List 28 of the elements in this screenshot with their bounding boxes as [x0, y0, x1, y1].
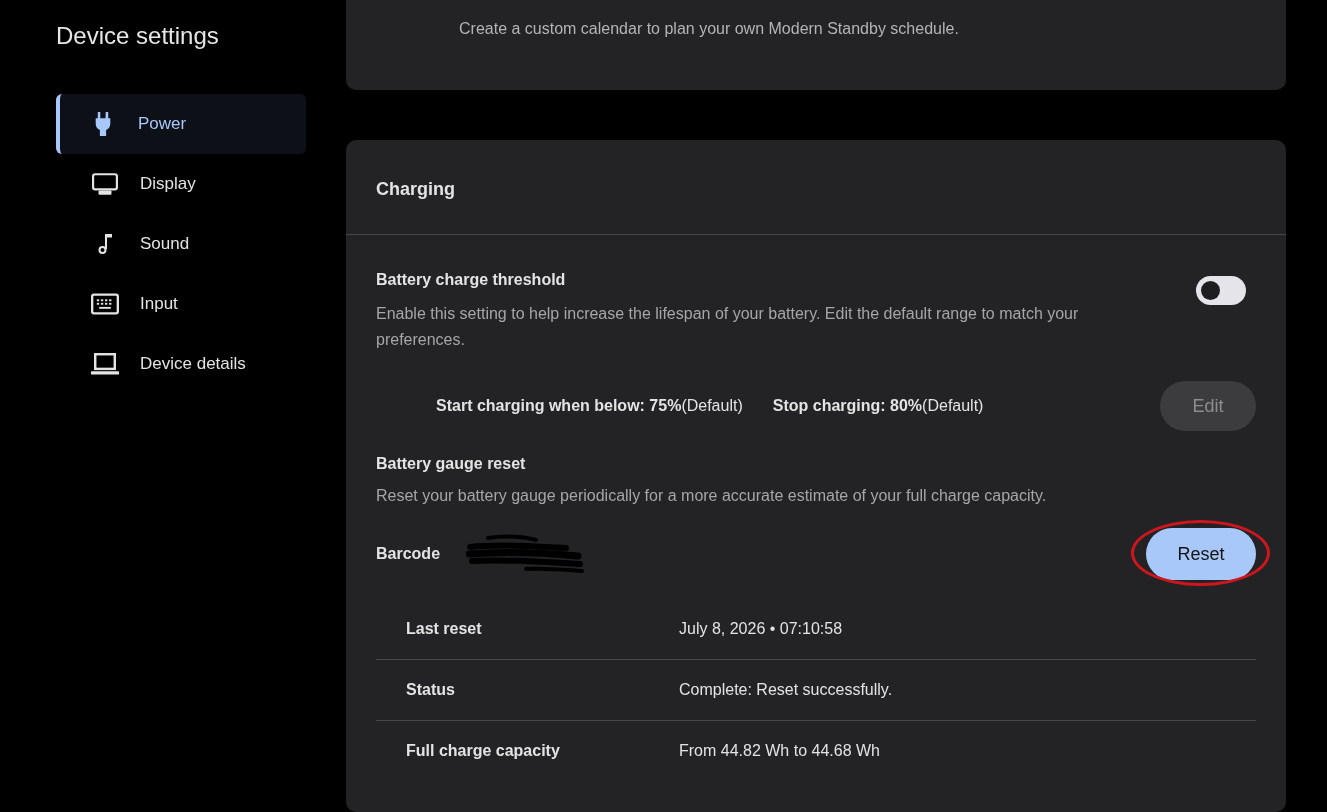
setting-title: Battery gauge reset — [376, 454, 527, 474]
laptop-icon — [90, 353, 120, 375]
nav-item[interactable]: Sound — [56, 214, 306, 274]
barcode-label: Barcode — [376, 545, 441, 563]
range-text: Stop charging: 80%(Default) — [772, 396, 984, 416]
setting-title: Battery charge threshold — [376, 270, 567, 290]
toggle-switch[interactable] — [1196, 276, 1246, 305]
keyboard-icon — [91, 293, 119, 315]
charging-heading: Charging — [376, 179, 455, 199]
setting-description: Enable this setting to help increase the lifespan of your battery. Edit the default range to match your preferences. — [376, 304, 1080, 350]
reset-button[interactable]: Reset — [1146, 528, 1256, 580]
detail-label: Last reset — [406, 619, 483, 638]
detail-label: Full charge capacity — [406, 742, 561, 760]
nav-item[interactable]: Device details — [56, 334, 306, 394]
nav-item[interactable]: Input — [56, 274, 306, 334]
range-text: Start charging when below: 75%(Default) — [436, 396, 743, 416]
nav-item[interactable]: Power — [56, 94, 306, 154]
detail-value: July 8, 2026 • 07:10:58 — [679, 619, 843, 638]
setting-description: Reset your battery gauge periodically for a more accurate estimate of your full charge capacity. — [376, 486, 1048, 506]
plug-icon — [94, 112, 112, 136]
detail-label: Status — [406, 681, 456, 699]
sidebar-title: Device settings — [56, 21, 220, 51]
standby-description: Create a custom calendar to plan your own Modern Standby schedule. — [459, 19, 960, 39]
detail-value: From 44.82 Wh to 44.68 Wh — [679, 742, 880, 760]
monitor-icon — [92, 173, 118, 195]
music-note-icon — [98, 233, 112, 255]
detail-value: Complete: Reset successfully. — [679, 681, 893, 699]
nav-item[interactable]: Display — [56, 154, 306, 214]
